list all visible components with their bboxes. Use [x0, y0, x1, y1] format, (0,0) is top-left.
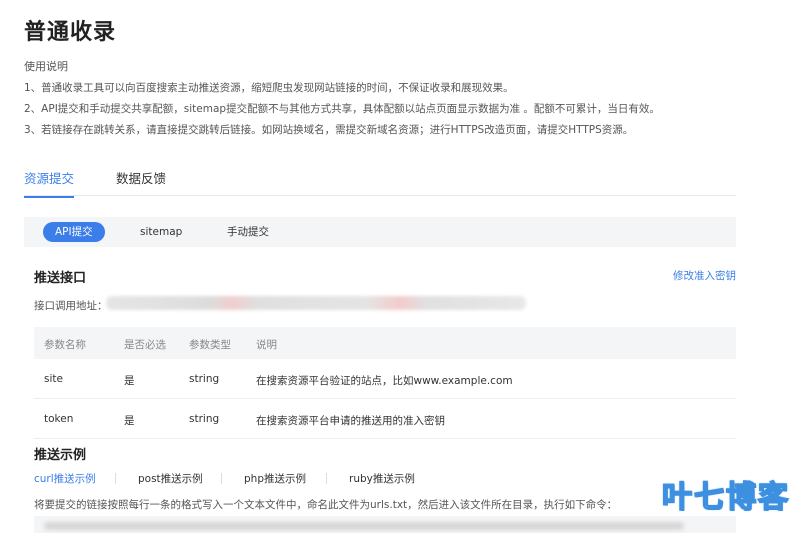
push-example-title: 推送示例 [34, 448, 87, 463]
header-param-type: 参数类型 [189, 339, 231, 351]
submit-method-bar: API提交 sitemap 手动提交 [24, 217, 736, 247]
example-description: 将要提交的链接按照每行一条的格式写入一个文本文件中，命名此文件为urls.txt… [34, 499, 618, 511]
cell-required: 是 [124, 415, 135, 427]
code-sample-redacted [44, 522, 684, 530]
cell-required: 是 [124, 375, 135, 387]
params-table: 参数名称 是否必选 参数类型 说明 site 是 string 在搜索资源平台验… [34, 327, 736, 439]
cell-param-type: string [189, 413, 220, 425]
cell-param-name: token [44, 413, 74, 425]
cell-param-type: string [189, 373, 220, 385]
table-row: site 是 string 在搜索资源平台验证的站点，比如www.example… [34, 359, 736, 399]
code-sample-box [34, 516, 736, 533]
cell-description: 在搜索资源平台申请的推送用的准入密钥 [256, 415, 445, 427]
subtab-api-submit[interactable]: API提交 [43, 222, 105, 242]
header-description: 说明 [256, 339, 277, 351]
main-tabs: 资源提交 数据反馈 [24, 164, 736, 198]
usage-note-2: 2、API提交和手动提交共享配额，sitemap提交配额不与其他方式共享，具体配… [24, 103, 660, 115]
header-param-name: 参数名称 [44, 339, 86, 351]
cell-param-name: site [44, 373, 63, 385]
cell-description: 在搜索资源平台验证的站点，比如www.example.com [256, 375, 513, 387]
example-tab-ruby[interactable]: ruby推送示例 [349, 471, 415, 486]
header-required: 是否必选 [124, 339, 166, 351]
modify-token-link[interactable]: 修改准入密钥 [673, 268, 736, 283]
usage-note-1: 1、普通收录工具可以向百度搜索主动推送资源，缩短爬虫发现网站链接的时间，不保证收… [24, 82, 514, 94]
example-tab-post[interactable]: post推送示例 [138, 471, 203, 486]
tab-divider [115, 473, 116, 484]
usage-note-3: 3、若链接存在跳转关系，请直接提交跳转后链接。如网站换域名，需提交新域名资源；进… [24, 124, 634, 136]
example-tab-curl[interactable]: curl推送示例 [34, 471, 96, 486]
tab-data-feedback[interactable]: 数据反馈 [116, 168, 166, 187]
api-url-label: 接口调用地址： [34, 300, 108, 312]
tab-divider [221, 473, 222, 484]
example-tab-php[interactable]: php推送示例 [244, 471, 306, 486]
subtab-manual-submit[interactable]: 手动提交 [227, 222, 269, 242]
page-title: 普通收录 [24, 20, 117, 45]
push-interface-title: 推送接口 [34, 271, 87, 286]
subtab-sitemap[interactable]: sitemap [140, 222, 182, 242]
table-header: 参数名称 是否必选 参数类型 说明 [34, 327, 736, 359]
tab-divider [326, 473, 327, 484]
tab-resource-submit[interactable]: 资源提交 [24, 168, 75, 198]
table-row: token 是 string 在搜索资源平台申请的推送用的准入密钥 [34, 399, 736, 439]
watermark-logo: 叶七博客 [661, 479, 790, 516]
api-url-redacted [106, 296, 526, 310]
usage-title: 使用说明 [24, 60, 68, 73]
